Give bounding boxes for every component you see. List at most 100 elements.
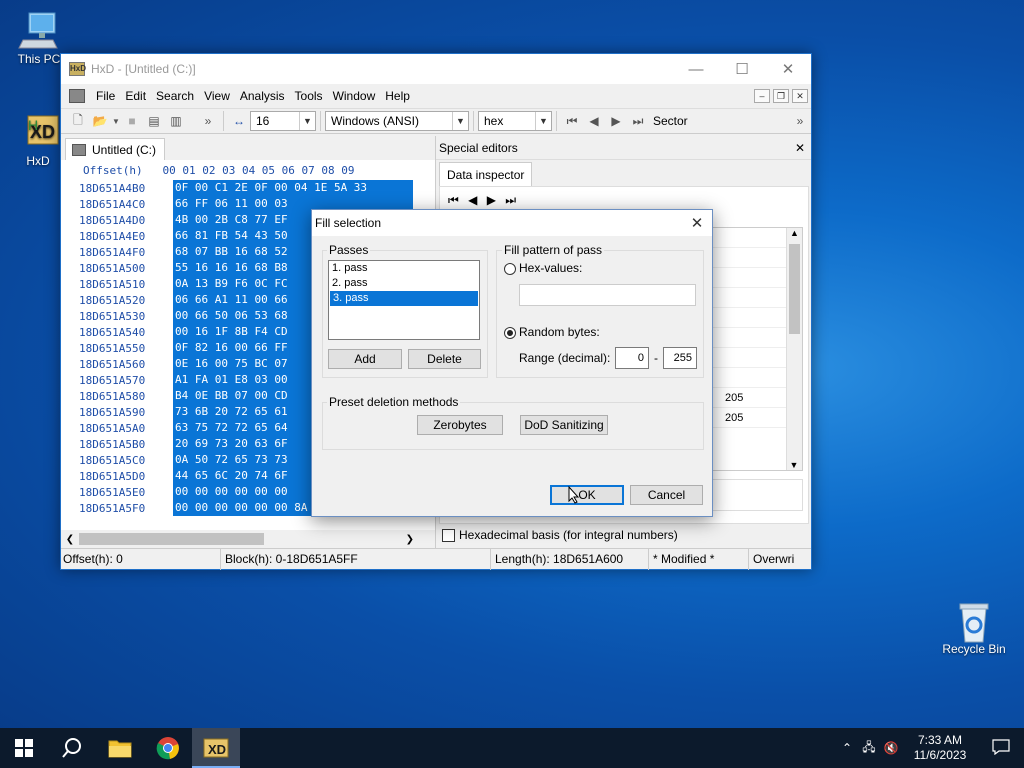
menu-search[interactable]: Search: [151, 89, 199, 103]
hex-basis-checkbox[interactable]: [442, 528, 455, 542]
next-sector-icon[interactable]: ▶: [605, 111, 627, 131]
tab-untitled-c[interactable]: Untitled (C:): [65, 138, 166, 160]
dialog-title: Fill selection: [315, 216, 382, 230]
add-button[interactable]: Add: [328, 349, 402, 369]
save-icon[interactable]: ■: [121, 111, 143, 131]
menu-view[interactable]: View: [199, 89, 235, 103]
offset-base-select[interactable]: hex ▼: [478, 111, 552, 131]
svg-text:XD: XD: [208, 742, 226, 757]
document-icon[interactable]: [69, 89, 85, 103]
close-button[interactable]: ✕: [765, 54, 811, 84]
menu-analysis[interactable]: Analysis: [235, 89, 290, 103]
chevron-down-icon[interactable]: ▼: [452, 112, 468, 130]
chevron-down-icon[interactable]: ▼: [787, 460, 801, 470]
chevron-up-icon[interactable]: ⌃: [836, 741, 858, 755]
scroll-right-icon[interactable]: ❯: [406, 534, 414, 545]
delete-button[interactable]: Delete: [408, 349, 481, 369]
mdi-close-button[interactable]: ✕: [792, 89, 808, 103]
charset-select[interactable]: Windows (ANSI) ▼: [325, 111, 469, 131]
volume-muted-icon[interactable]: 🔇: [880, 741, 902, 755]
hex-row-offset: 18D651A520: [79, 293, 146, 307]
chevron-up-icon[interactable]: ▲: [787, 228, 802, 238]
previous-sector-icon[interactable]: ◀: [583, 111, 605, 131]
hex-values-radio[interactable]: Hex-values:: [504, 261, 582, 275]
start-icon[interactable]: [0, 728, 48, 768]
overflow-chevron-icon[interactable]: »: [789, 111, 811, 131]
close-icon[interactable]: ✕: [795, 141, 805, 155]
computer-icon: [17, 10, 61, 50]
title-bar[interactable]: HxD HxD - [Untitled (C:)] — ☐ ✕: [61, 54, 811, 84]
close-icon[interactable]: ✕: [682, 214, 712, 232]
scrollbar-thumb[interactable]: [789, 244, 800, 334]
menu-tools[interactable]: Tools: [290, 89, 328, 103]
dialog-title-bar[interactable]: Fill selection ✕: [312, 210, 712, 236]
clock[interactable]: 7:33 AM 11/6/2023: [902, 733, 978, 763]
menu-window[interactable]: Window: [328, 89, 381, 103]
zerobytes-button[interactable]: Zerobytes: [417, 415, 503, 435]
scroll-left-icon[interactable]: ❮: [61, 534, 79, 545]
radio-on[interactable]: [504, 326, 516, 339]
mdi-minimize-button[interactable]: –: [754, 89, 770, 103]
dod-sanitizing-button[interactable]: DoD Sanitizing: [520, 415, 608, 435]
first-sector-icon[interactable]: ⏮: [561, 111, 583, 131]
hex-values-input[interactable]: [519, 284, 696, 306]
passes-list[interactable]: 1. pass 2. pass 3. pass: [328, 260, 480, 340]
vertical-scrollbar[interactable]: ▲ ▼: [786, 228, 802, 470]
maximize-button[interactable]: ☐: [719, 54, 765, 84]
overflow-chevron-icon[interactable]: »: [197, 111, 219, 131]
new-file-icon[interactable]: 🗋: [67, 111, 89, 131]
notifications-icon[interactable]: [978, 738, 1024, 758]
network-icon[interactable]: 🖧: [858, 738, 880, 759]
list-item[interactable]: 2. pass: [329, 276, 479, 291]
search-icon[interactable]: [48, 728, 96, 768]
mdi-restore-button[interactable]: ❐: [773, 89, 789, 103]
horizontal-scrollbar[interactable]: ❮ ❯: [61, 530, 436, 548]
chevron-down-icon[interactable]: ▼: [299, 112, 315, 130]
menu-edit[interactable]: Edit: [120, 89, 151, 103]
range-min-input[interactable]: 0: [615, 347, 649, 369]
recycle-bin-icon: [952, 600, 996, 643]
menu-file[interactable]: File: [91, 89, 120, 103]
tab-label: Untitled (C:): [92, 142, 157, 157]
open-folder-icon[interactable]: 📂: [89, 111, 111, 131]
desktop-icon-recycle-bin[interactable]: Recycle Bin: [938, 600, 1010, 656]
hex-row-offset: 18D651A570: [79, 373, 146, 387]
hex-basis-checkbox-row[interactable]: Hexadecimal basis (for integral numbers): [442, 524, 678, 546]
inspector-nav-icons[interactable]: ⏮ ◀ ▶ ⏭: [448, 193, 519, 208]
save-all-icon[interactable]: ▤: [143, 111, 165, 131]
chrome-icon[interactable]: [144, 728, 192, 768]
bytes-per-row-icon: ↔: [233, 114, 245, 128]
status-modified: * Modified *: [649, 549, 749, 570]
hex-row-offset: 18D651A5E0: [79, 485, 146, 499]
scrollbar-thumb[interactable]: [79, 533, 264, 545]
range-separator: -: [654, 351, 658, 365]
hex-row-bytes[interactable]: 0F 00 C1 2E 0F 00 04 1E 5A 33: [173, 180, 413, 196]
preset-label: Preset deletion methods: [327, 395, 461, 409]
radio-off[interactable]: [504, 262, 516, 275]
status-bar: Offset(h): 0 Block(h): 0-18D651A5FF Leng…: [61, 548, 811, 570]
hxd-app-icon[interactable]: XD: [192, 728, 240, 768]
hex-row[interactable]: 18D651A4B0 0F 00 C1 2E 0F 00 04 1E 5A 33: [61, 180, 436, 196]
list-item-selected[interactable]: 3. pass: [330, 291, 478, 306]
stack-icon[interactable]: ▥: [165, 111, 187, 131]
toolbar: 🗋 📂 ▼ ■ ▤ ▥ » ↔ 16 ▼ Windows (ANSI) ▼ he…: [61, 108, 811, 134]
last-sector-icon[interactable]: ⏭: [627, 111, 649, 131]
taskbar: XD ⌃ 🖧 🔇 7:33 AM 11/6/2023: [0, 728, 1024, 768]
bytes-per-row-select[interactable]: 16 ▼: [250, 111, 316, 131]
cancel-button[interactable]: Cancel: [630, 485, 703, 505]
chevron-down-icon[interactable]: ▼: [535, 112, 551, 130]
file-explorer-icon[interactable]: [96, 728, 144, 768]
hex-row-offset: 18D651A4F0: [79, 245, 146, 259]
hxd-app-icon: XD H: [16, 112, 60, 152]
ok-button[interactable]: OK: [550, 485, 624, 505]
hex-header-text: Offset(h) 00 01 02 03 04 05 06 07 08 09: [83, 163, 355, 177]
range-max-input[interactable]: 255: [663, 347, 697, 369]
random-bytes-radio[interactable]: Random bytes:: [504, 325, 600, 339]
menu-help[interactable]: Help: [380, 89, 415, 103]
minimize-button[interactable]: —: [673, 54, 719, 84]
chevron-down-icon[interactable]: ▼: [111, 111, 121, 131]
status-mode: Overwri: [753, 552, 795, 566]
tab-data-inspector[interactable]: Data inspector: [439, 162, 533, 186]
list-item[interactable]: 1. pass: [329, 261, 479, 276]
special-editors-header: Special editors ✕: [436, 136, 811, 160]
